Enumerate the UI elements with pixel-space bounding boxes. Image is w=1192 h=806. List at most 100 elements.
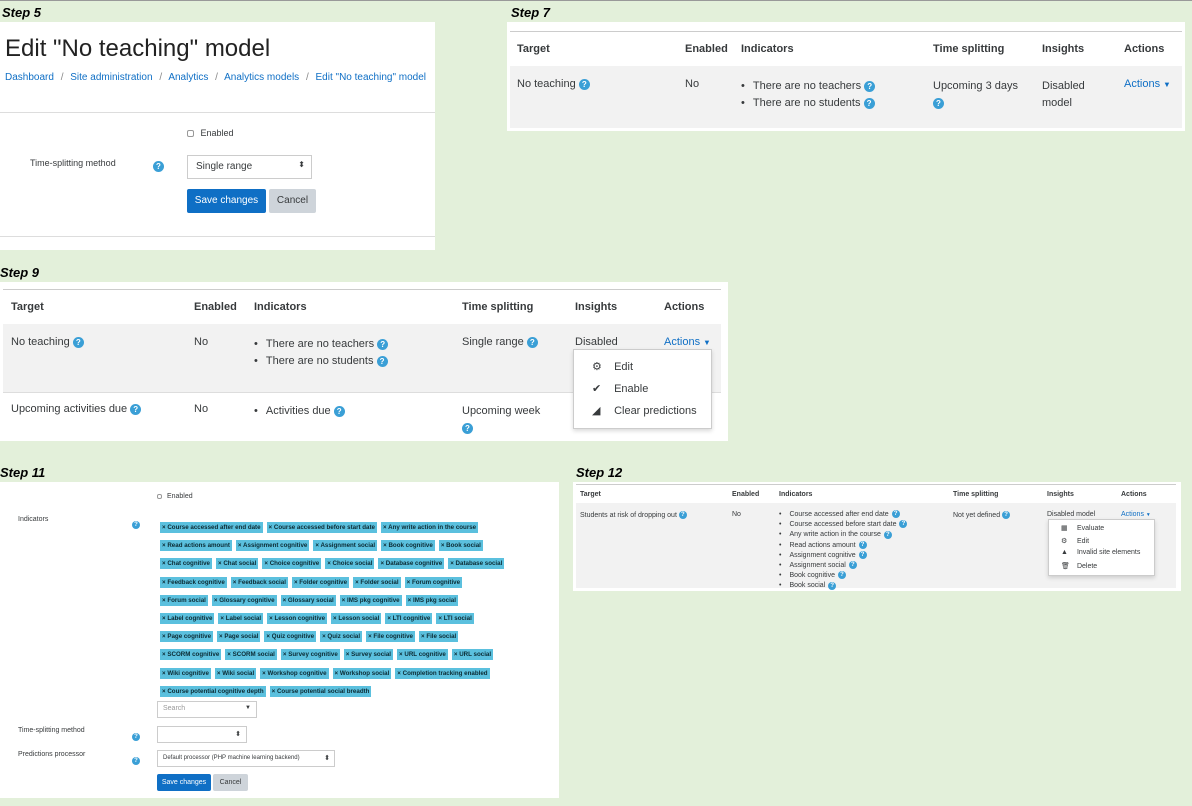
help-icon[interactable]: ? — [130, 403, 142, 415]
indicator-tag[interactable]: × Course accessed after end date — [160, 522, 263, 533]
help-icon[interactable]: ? — [837, 571, 846, 580]
menu-item-evaluate[interactable]: ▦ Evaluate — [1061, 524, 1104, 532]
help-icon[interactable]: ? — [462, 422, 473, 434]
indicator-tag[interactable]: × Course accessed before start date — [266, 522, 377, 533]
help-icon[interactable]: ? — [132, 728, 140, 746]
help-icon[interactable]: ? — [1002, 511, 1011, 519]
actions-menu-button[interactable]: Actions ▼ — [664, 336, 711, 348]
search-input[interactable]: Search — [163, 705, 185, 712]
help-icon[interactable]: ? — [377, 338, 389, 350]
indicator-tag[interactable]: × Workshop cognitive — [260, 667, 329, 679]
help-icon[interactable]: ? — [858, 540, 867, 549]
indicator-tag[interactable]: × Chat cognitive — [160, 558, 212, 570]
indicator-tag[interactable]: × Workshop social — [332, 667, 392, 679]
save-button[interactable]: Save changes — [187, 189, 266, 213]
indicator-tag[interactable]: × Assignment social — [313, 540, 378, 552]
indicator-tag[interactable]: × Completion tracking enabled — [395, 667, 490, 679]
indicator-tag[interactable]: × Choice social — [325, 558, 375, 570]
help-icon[interactable]: ? — [891, 510, 900, 519]
indicator-tag[interactable]: × Wiki cognitive — [160, 667, 211, 679]
indicator-tag[interactable]: × Page cognitive — [160, 631, 214, 643]
indicator-tag[interactable]: × Course potential social breadth — [269, 685, 372, 697]
indicator-tag[interactable]: × URL social — [451, 649, 494, 661]
indicator-tag[interactable]: × Feedback cognitive — [160, 576, 227, 588]
indicator-tag[interactable]: × Lesson social — [331, 612, 382, 624]
indicator-tag[interactable]: × Label cognitive — [160, 612, 215, 624]
help-icon[interactable]: ? — [864, 80, 876, 92]
indicator-tag[interactable]: × Folder cognitive — [291, 576, 350, 588]
indicator-tag[interactable]: × Page social — [217, 631, 261, 643]
indicator-tag[interactable]: × Read actions amount — [160, 540, 232, 552]
indicator-tag[interactable]: × Choice cognitive — [262, 558, 322, 570]
actions-menu-button[interactable]: Actions ▼ — [1124, 78, 1171, 90]
breadcrumb-analytics[interactable]: Analytics — [168, 72, 208, 83]
indicator-tag[interactable]: × Quiz social — [320, 631, 363, 643]
actions-menu-button[interactable]: Actions ▼ — [1121, 511, 1151, 518]
enabled-checkbox[interactable] — [157, 493, 162, 499]
indicator-tag[interactable]: × Book cognitive — [381, 540, 435, 552]
cancel-button[interactable]: Cancel — [213, 774, 248, 791]
menu-item-invalid-site-elements[interactable]: ▲ Invalid site elements — [1061, 549, 1140, 556]
indicator-tag[interactable]: × IMS pkg social — [405, 594, 458, 606]
indicator-tag[interactable]: × Wiki social — [214, 667, 257, 679]
indicator-tag[interactable]: × Book social — [438, 540, 483, 552]
help-icon[interactable]: ? — [678, 511, 687, 519]
indicator-tag[interactable]: × Chat social — [215, 558, 259, 570]
cancel-button[interactable]: Cancel — [269, 189, 316, 213]
help-icon[interactable]: ? — [132, 516, 140, 534]
indicator-tag[interactable]: × LTI cognitive — [385, 612, 433, 624]
save-button[interactable]: Save changes — [157, 774, 211, 791]
help-icon[interactable]: ? — [376, 355, 388, 367]
help-icon[interactable]: ? — [132, 752, 140, 770]
time-splitting-select[interactable]: Single range ⬍ — [187, 155, 312, 179]
help-icon[interactable]: ? — [333, 405, 345, 417]
indicator-tag[interactable]: × SCORM social — [225, 649, 277, 661]
menu-item-clear-predictions[interactable]: ◢ Clear predictions — [592, 404, 697, 417]
indicator-tag[interactable]: × Any write action in the course — [381, 522, 479, 533]
indicator-tag[interactable]: × Glossary cognitive — [211, 594, 277, 606]
indicator-tag[interactable]: × Survey social — [343, 649, 394, 661]
indicator-tag[interactable]: × Folder social — [353, 576, 401, 588]
indicator-tag[interactable]: × Assignment cognitive — [235, 540, 310, 552]
help-icon[interactable]: ? — [578, 78, 590, 90]
indicator-tag[interactable]: × IMS pkg cognitive — [339, 594, 402, 606]
indicator-tag[interactable]: × Feedback social — [230, 576, 288, 588]
indicator-tag[interactable]: × File cognitive — [366, 631, 415, 643]
enabled-checkbox[interactable] — [187, 130, 194, 138]
breadcrumb-edit-model[interactable]: Edit "No teaching" model — [316, 72, 427, 83]
help-icon[interactable]: ? — [858, 550, 867, 559]
indicator-tag[interactable]: × Quiz cognitive — [264, 631, 317, 643]
menu-item-edit[interactable]: ⚙ Edit — [1061, 537, 1089, 545]
indicator-tag[interactable]: × LTI social — [436, 612, 474, 624]
help-icon[interactable]: ? — [848, 561, 857, 570]
indicator-tag[interactable]: × Glossary social — [280, 594, 336, 606]
menu-item-delete[interactable]: 🗑 Delete — [1061, 562, 1097, 570]
time-splitting-select[interactable]: ⬍ — [157, 726, 247, 743]
menu-item-edit[interactable]: ⚙ Edit — [592, 360, 633, 373]
help-icon[interactable]: ? — [72, 336, 84, 348]
indicator-tag[interactable]: × URL cognitive — [397, 649, 448, 661]
help-icon[interactable]: ? — [828, 581, 837, 590]
menu-item-enable[interactable]: ✔ Enable — [592, 382, 648, 395]
help-icon[interactable]: ? — [899, 520, 908, 529]
help-icon[interactable]: ? — [863, 97, 875, 109]
indicator-tag[interactable]: × Forum cognitive — [404, 576, 463, 588]
predictions-processor-select[interactable]: Default processor (PHP machine learning … — [157, 750, 335, 767]
indicator-tag[interactable]: × File social — [418, 631, 459, 643]
help-icon[interactable]: ? — [933, 97, 944, 109]
indicator-tag[interactable]: × Database cognitive — [378, 558, 445, 570]
breadcrumb-analytics-models[interactable]: Analytics models — [224, 72, 299, 83]
help-icon[interactable]: ? — [883, 530, 892, 539]
help-icon[interactable]: ? — [153, 158, 164, 176]
indicator-tag[interactable]: × Course potential cognitive depth — [160, 685, 266, 697]
search-dropdown[interactable]: Search ▼ — [157, 701, 257, 718]
indicator-tag[interactable]: × Label social — [218, 612, 264, 624]
indicator-tag[interactable]: × Lesson cognitive — [267, 612, 328, 624]
breadcrumb-dashboard[interactable]: Dashboard — [5, 72, 54, 83]
indicator-tag[interactable]: × Forum social — [160, 594, 208, 606]
indicator-tag[interactable]: × Database social — [448, 558, 505, 570]
indicator-tag[interactable]: × Survey cognitive — [280, 649, 340, 661]
breadcrumb-site-administration[interactable]: Site administration — [70, 72, 152, 83]
help-icon[interactable]: ? — [526, 336, 538, 348]
indicator-tag[interactable]: × SCORM cognitive — [160, 649, 222, 661]
